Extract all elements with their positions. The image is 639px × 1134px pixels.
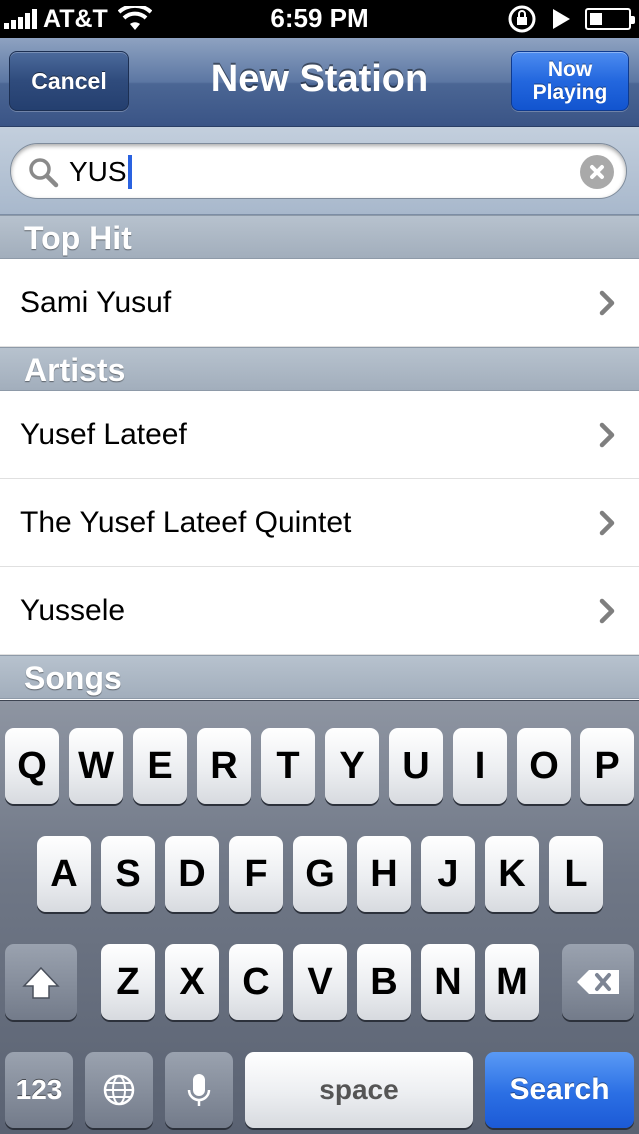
search-text-container: YUS [69, 155, 132, 189]
key-g[interactable]: G [293, 836, 347, 912]
list-item[interactable]: The Yusef Lateef Quintet [0, 479, 639, 567]
microphone-icon [187, 1074, 211, 1106]
chevron-right-icon [599, 510, 615, 536]
key-m[interactable]: M [485, 944, 539, 1020]
key-w[interactable]: W [69, 728, 123, 804]
shift-key[interactable] [5, 944, 77, 1020]
key-t[interactable]: T [261, 728, 315, 804]
play-icon [553, 9, 570, 29]
search-bar: YUS [0, 127, 639, 215]
section-header-songs: Songs [0, 655, 639, 699]
key-i[interactable]: I [453, 728, 507, 804]
key-d[interactable]: D [165, 836, 219, 912]
list-item[interactable]: Sami Yusuf [0, 259, 639, 347]
search-icon [29, 158, 59, 188]
key-h[interactable]: H [357, 836, 411, 912]
now-playing-label-line2: Playing [532, 81, 608, 104]
globe-icon [103, 1074, 135, 1106]
rotation-lock-icon [508, 5, 536, 33]
keyboard: Q W E R T Y U I O P A S D F G H J K L Z … [0, 700, 639, 1134]
space-key[interactable]: space [245, 1052, 473, 1128]
delete-key[interactable] [562, 944, 634, 1020]
chevron-right-icon [599, 290, 615, 316]
shift-arrow-icon [22, 966, 60, 999]
list-item[interactable]: Yusef Lateef [0, 391, 639, 479]
key-e[interactable]: E [133, 728, 187, 804]
now-playing-label-line1: Now [547, 58, 593, 81]
list-item-label: Yussele [20, 594, 126, 627]
status-right [507, 4, 635, 34]
globe-key[interactable] [85, 1052, 153, 1128]
list-item-label: Sami Yusuf [20, 286, 172, 319]
key-v[interactable]: V [293, 944, 347, 1020]
key-r[interactable]: R [197, 728, 251, 804]
key-f[interactable]: F [229, 836, 283, 912]
key-x[interactable]: X [165, 944, 219, 1020]
key-n[interactable]: N [421, 944, 475, 1020]
key-o[interactable]: O [517, 728, 571, 804]
search-input[interactable]: YUS [10, 143, 627, 199]
key-c[interactable]: C [229, 944, 283, 1020]
clear-icon[interactable] [580, 155, 614, 189]
key-q[interactable]: Q [5, 728, 59, 804]
text-caret [127, 155, 132, 189]
search-value: YUS [69, 156, 127, 187]
key-s[interactable]: S [101, 836, 155, 912]
list-item-label: Yusef Lateef [20, 418, 187, 451]
list-item-label: The Yusef Lateef Quintet [20, 506, 352, 539]
key-y[interactable]: Y [325, 728, 379, 804]
backspace-icon [577, 970, 619, 994]
status-bar: AT&T 6:59 PM [0, 0, 639, 38]
chevron-right-icon [599, 598, 615, 624]
key-a[interactable]: A [37, 836, 91, 912]
key-z[interactable]: Z [101, 944, 155, 1020]
numbers-key[interactable]: 123 [5, 1052, 73, 1128]
key-j[interactable]: J [421, 836, 475, 912]
key-b[interactable]: B [357, 944, 411, 1020]
key-p[interactable]: P [580, 728, 634, 804]
section-header-artists: Artists [0, 347, 639, 391]
microphone-key[interactable] [165, 1052, 233, 1128]
section-header-top-hit: Top Hit [0, 215, 639, 259]
key-l[interactable]: L [549, 836, 603, 912]
list-item[interactable]: Yussele [0, 567, 639, 655]
chevron-right-icon [599, 422, 615, 448]
battery-icon [585, 8, 635, 30]
key-u[interactable]: U [389, 728, 443, 804]
navigation-bar: Cancel New Station Now Playing [0, 38, 639, 127]
results-list: Top Hit Sami Yusuf Artists Yusef Lateef … [0, 215, 639, 700]
search-key[interactable]: Search [485, 1052, 634, 1128]
key-k[interactable]: K [485, 836, 539, 912]
now-playing-button[interactable]: Now Playing [511, 51, 629, 111]
